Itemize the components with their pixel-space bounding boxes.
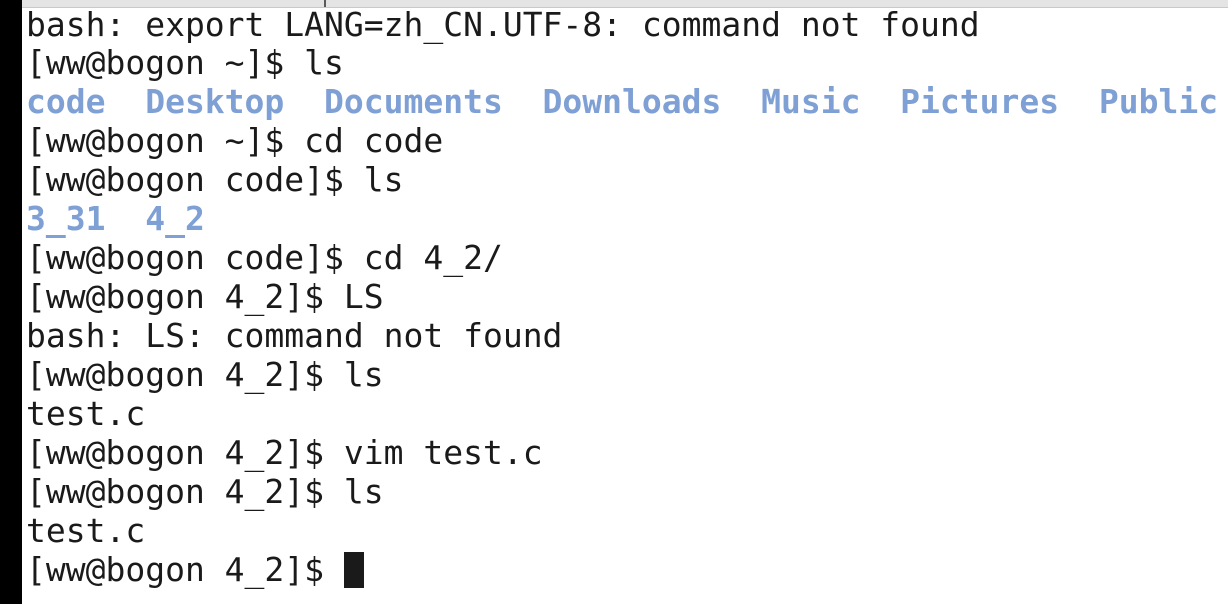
window-chrome-strip bbox=[22, 0, 1228, 8]
line-listing-testc-1: test.c bbox=[22, 394, 1228, 433]
terminal-text: bash: export LANG=zh_CN.UTF-8: command n… bbox=[26, 8, 980, 44]
terminal-text: [ww@bogon 4_2]$ vim test.c bbox=[26, 433, 543, 472]
terminal-output-area[interactable]: bash: export LANG=zh_CN.UTF-8: command n… bbox=[22, 8, 1228, 604]
text-cursor bbox=[343, 552, 364, 588]
left-edge-band bbox=[0, 0, 22, 604]
line-prompt-ls-after-vim: [ww@bogon 4_2]$ ls bbox=[22, 472, 1228, 511]
terminal-text: [ww@bogon code]$ cd 4_2/ bbox=[26, 238, 503, 277]
line-prompt-ls-home: [ww@bogon ~]$ ls bbox=[22, 43, 1228, 82]
line-lang-error: bash: export LANG=zh_CN.UTF-8: command n… bbox=[22, 8, 1228, 43]
terminal-text: [ww@bogon code]$ ls bbox=[26, 160, 404, 199]
terminal-text: [ww@bogon 4_2]$ ls bbox=[26, 355, 384, 394]
line-LS-error: bash: LS: command not found bbox=[22, 316, 1228, 355]
directory-name-text: code Desktop Documents Downloads Music P… bbox=[26, 82, 1219, 121]
line-prompt-current: [ww@bogon 4_2]$ bbox=[22, 550, 1228, 589]
terminal-text: [ww@bogon 4_2]$ LS bbox=[26, 277, 384, 316]
terminal-text: [ww@bogon 4_2]$ bbox=[26, 550, 344, 589]
terminal-text: [ww@bogon ~]$ ls bbox=[26, 43, 344, 82]
line-prompt-cd-code: [ww@bogon ~]$ cd code bbox=[22, 121, 1228, 160]
line-home-listing: code Desktop Documents Downloads Music P… bbox=[22, 82, 1228, 121]
terminal-text: [ww@bogon 4_2]$ ls bbox=[26, 472, 384, 511]
line-prompt-ls-4-2: [ww@bogon 4_2]$ ls bbox=[22, 355, 1228, 394]
terminal-text: bash: LS: command not found bbox=[26, 316, 563, 355]
line-prompt-vim: [ww@bogon 4_2]$ vim test.c bbox=[22, 433, 1228, 472]
terminal-window: bash: export LANG=zh_CN.UTF-8: command n… bbox=[0, 0, 1228, 604]
line-listing-testc-2: test.c bbox=[22, 511, 1228, 550]
line-prompt-ls-code: [ww@bogon code]$ ls bbox=[22, 160, 1228, 199]
line-prompt-LS: [ww@bogon 4_2]$ LS bbox=[22, 277, 1228, 316]
terminal-text: test.c bbox=[26, 394, 146, 433]
line-prompt-cd-4-2: [ww@bogon code]$ cd 4_2/ bbox=[22, 238, 1228, 277]
chrome-tick-marker bbox=[324, 0, 326, 7]
directory-name-text: 3_31 4_2 bbox=[26, 199, 205, 238]
terminal-text: [ww@bogon ~]$ cd code bbox=[26, 121, 444, 160]
terminal-text: test.c bbox=[26, 511, 146, 550]
line-code-listing: 3_31 4_2 bbox=[22, 199, 1228, 238]
